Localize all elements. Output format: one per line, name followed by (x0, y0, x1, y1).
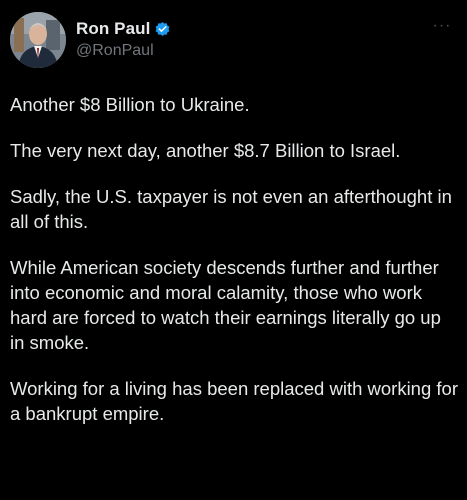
handle[interactable]: @RonPaul (76, 42, 171, 60)
display-name-row: Ron Paul (76, 18, 171, 40)
tweet-header: Ron Paul @RonPaul ··· (10, 12, 457, 70)
author-names: Ron Paul @RonPaul (76, 18, 171, 60)
more-horizontal-icon[interactable]: ··· (429, 16, 455, 36)
display-name[interactable]: Ron Paul (76, 19, 150, 39)
verified-badge-icon (154, 21, 171, 38)
tweet-paragraph: While American society descends further … (10, 257, 441, 353)
avatar[interactable] (10, 12, 66, 68)
tweet-paragraph: The very next day, another $8.7 Billion … (10, 140, 401, 161)
tweet-paragraph: Working for a living has been replaced w… (10, 378, 458, 424)
tweet-text: Another $8 Billion to Ukraine. The very … (10, 92, 460, 426)
tweet: Ron Paul @RonPaul ··· Another $8 Billion… (0, 0, 467, 500)
avatar-photo (10, 12, 66, 68)
tweet-paragraph: Another $8 Billion to Ukraine. (10, 94, 250, 115)
tweet-paragraph: Sadly, the U.S. taxpayer is not even an … (10, 186, 452, 232)
